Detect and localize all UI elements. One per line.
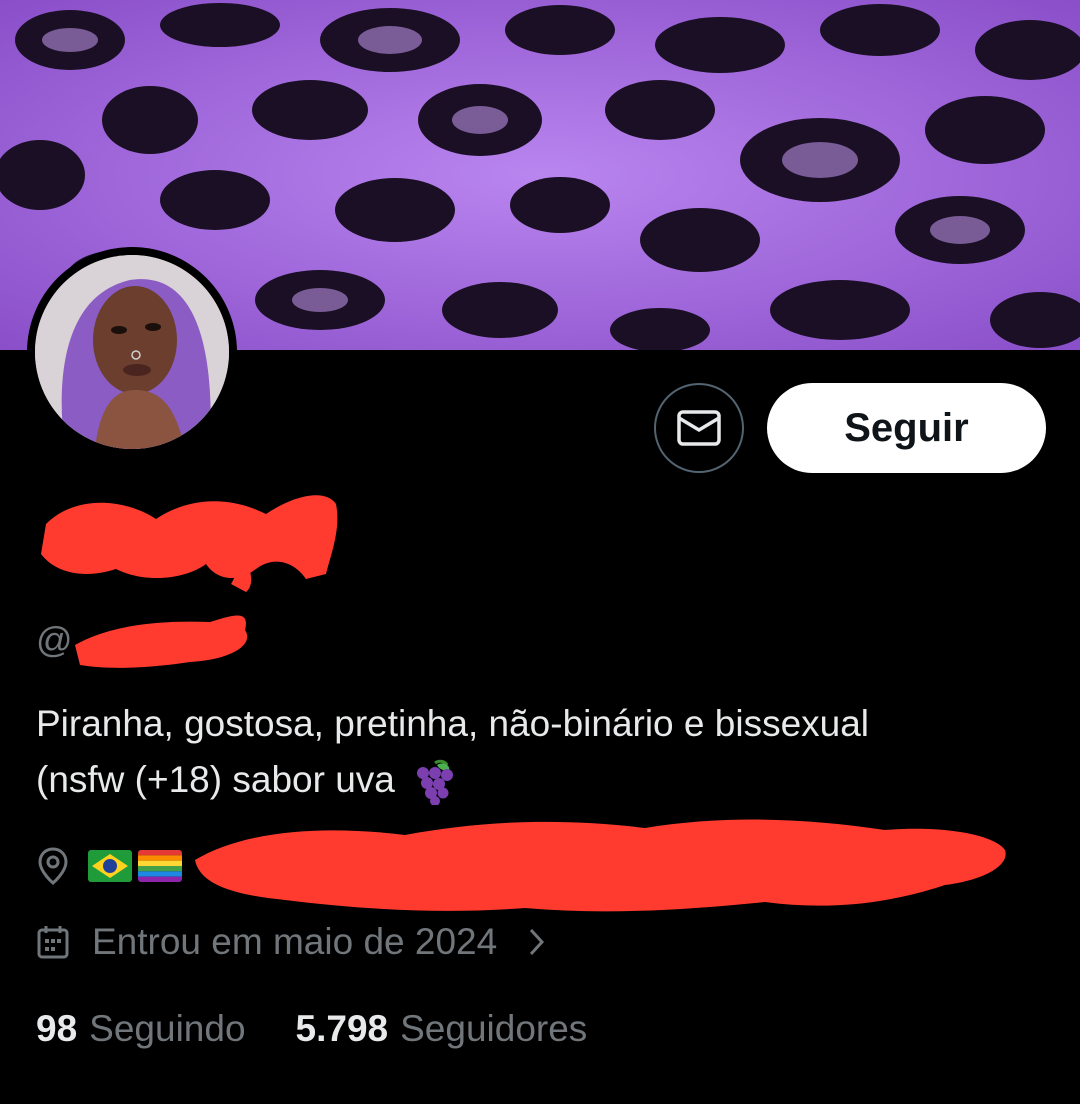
location-redaction [185,810,1015,920]
chevron-right-icon[interactable] [527,927,545,957]
following-stat[interactable]: 98 Seguindo [36,1004,246,1054]
display-name-redacted [36,484,346,594]
follow-button[interactable]: Seguir [767,383,1046,473]
location-row [36,838,182,894]
avatar-image [35,255,229,449]
followers-stat[interactable]: 5.798 Seguidores [296,1004,588,1054]
location-flags [88,850,182,882]
handle-redaction [70,600,270,680]
brazil-flag-icon [88,850,132,882]
profile-stats: 98 Seguindo 5.798 Seguidores [36,1004,587,1054]
grapes-icon [413,759,457,806]
calendar-icon [36,924,70,960]
joined-date: Entrou em maio de 2024 [92,921,498,962]
followers-count: 5.798 [295,1008,389,1049]
bio-line-1: Piranha, gostosa, pretinha, não-binário … [36,703,870,744]
bio-line-2: (nsfw (+18) sabor uva [36,752,1046,808]
avatar[interactable] [27,247,237,457]
rainbow-flag-icon [138,850,182,882]
following-label: Seguindo [89,1008,246,1049]
message-button[interactable] [654,383,744,473]
profile-bio: Piranha, gostosa, pretinha, não-binário … [36,696,1046,808]
followers-label: Seguidores [400,1008,588,1049]
profile-handle: @ [36,619,73,660]
redaction-scribble [41,495,338,592]
location-pin-icon [36,846,70,886]
envelope-icon [676,408,722,448]
bio-line-2-text: (nsfw (+18) sabor uva [36,759,395,800]
following-count: 98 [36,1008,78,1049]
joined-row[interactable]: Entrou em maio de 2024 [36,914,545,970]
